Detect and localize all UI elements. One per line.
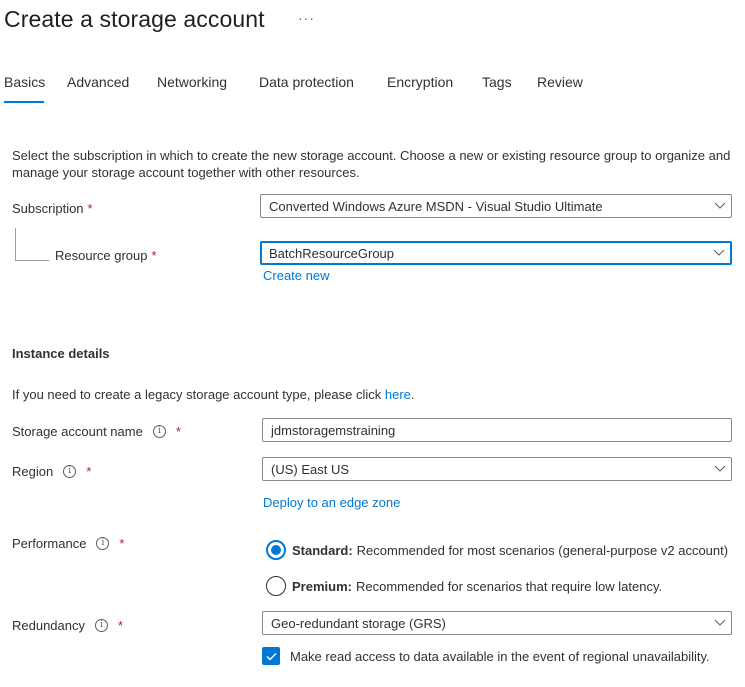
- tab-data-protection[interactable]: Data protection: [259, 74, 354, 90]
- required-asterisk: *: [119, 536, 125, 551]
- chevron-down-icon: [709, 195, 731, 217]
- storage-account-name-value: jdmstoragemstraining: [271, 422, 396, 438]
- resource-group-value: BatchResourceGroup: [269, 245, 395, 261]
- info-icon[interactable]: i: [63, 465, 77, 478]
- read-access-label: Make read access to data available in th…: [290, 648, 710, 664]
- radio-button-unchecked[interactable]: [266, 576, 286, 596]
- tab-review[interactable]: Review: [537, 74, 583, 90]
- resource-group-dropdown[interactable]: BatchResourceGroup: [260, 241, 732, 265]
- legacy-suffix: .: [410, 387, 415, 402]
- read-access-checkbox-row[interactable]: Make read access to data available in th…: [262, 647, 710, 665]
- required-asterisk: *: [87, 201, 93, 216]
- redundancy-label-text: Redundancy: [12, 618, 85, 633]
- performance-premium-radio[interactable]: Premium: Recommended for scenarios that …: [266, 576, 662, 596]
- performance-label-text: Performance: [12, 536, 87, 551]
- instance-details-heading: Instance details: [12, 346, 110, 361]
- info-icon[interactable]: i: [96, 537, 110, 550]
- legacy-account-text: If you need to create a legacy storage a…: [12, 387, 415, 402]
- standard-option-desc: Recommended for most scenarios (general-…: [356, 542, 729, 558]
- chevron-down-icon: [709, 612, 731, 634]
- project-description: Select the subscription in which to crea…: [12, 148, 731, 180]
- storage-account-name-input[interactable]: jdmstoragemstraining: [262, 418, 732, 442]
- performance-standard-radio[interactable]: Standard: Recommended for most scenarios…: [266, 540, 728, 560]
- region-label: Region i *: [12, 464, 91, 479]
- resource-group-label-text: Resource group: [55, 248, 148, 263]
- storage-account-name-label: Storage account name i *: [12, 424, 181, 439]
- active-tab-indicator: [4, 101, 44, 103]
- tab-networking[interactable]: Networking: [157, 74, 227, 90]
- tab-advanced[interactable]: Advanced: [67, 74, 129, 90]
- premium-option-desc: Recommended for scenarios that require l…: [355, 578, 663, 594]
- standard-option-name: Standard:: [292, 542, 353, 558]
- chevron-down-icon: [708, 243, 730, 263]
- tab-tags[interactable]: Tags: [482, 74, 512, 90]
- create-new-resource-group-link[interactable]: Create new: [263, 268, 329, 283]
- required-asterisk: *: [118, 618, 124, 633]
- page-title: Create a storage account: [4, 6, 265, 32]
- redundancy-value: Geo-redundant storage (GRS): [271, 615, 446, 631]
- subscription-value: Converted Windows Azure MSDN - Visual St…: [269, 198, 603, 214]
- subscription-label-text: Subscription: [12, 201, 84, 216]
- tree-connector-line: [15, 228, 49, 261]
- redundancy-dropdown[interactable]: Geo-redundant storage (GRS): [262, 611, 732, 635]
- premium-option-name: Premium:: [292, 578, 352, 594]
- more-options-button[interactable]: ···: [298, 10, 315, 26]
- deploy-edge-zone-link[interactable]: Deploy to an edge zone: [263, 495, 400, 510]
- performance-label: Performance i *: [12, 536, 124, 551]
- storage-account-name-label-text: Storage account name: [12, 424, 143, 439]
- required-asterisk: *: [151, 248, 157, 263]
- info-icon[interactable]: i: [152, 425, 166, 438]
- radio-button-checked[interactable]: [266, 540, 286, 560]
- legacy-text: If you need to create a legacy storage a…: [12, 387, 385, 402]
- redundancy-label: Redundancy i *: [12, 618, 123, 633]
- region-dropdown[interactable]: (US) East US: [262, 457, 732, 481]
- required-asterisk: *: [86, 464, 92, 479]
- resource-group-label: Resource group *: [55, 248, 157, 263]
- tab-basics[interactable]: Basics: [4, 74, 45, 90]
- subscription-dropdown[interactable]: Converted Windows Azure MSDN - Visual St…: [260, 194, 732, 218]
- chevron-down-icon: [709, 458, 731, 480]
- region-label-text: Region: [12, 464, 54, 479]
- subscription-label: Subscription *: [12, 201, 93, 216]
- region-value: (US) East US: [271, 461, 350, 477]
- checkmark-icon: [266, 652, 276, 660]
- tab-encryption[interactable]: Encryption: [387, 74, 453, 90]
- required-asterisk: *: [175, 424, 181, 439]
- info-icon[interactable]: i: [95, 619, 108, 632]
- read-access-checkbox[interactable]: [262, 647, 280, 665]
- legacy-here-link[interactable]: here: [385, 387, 411, 402]
